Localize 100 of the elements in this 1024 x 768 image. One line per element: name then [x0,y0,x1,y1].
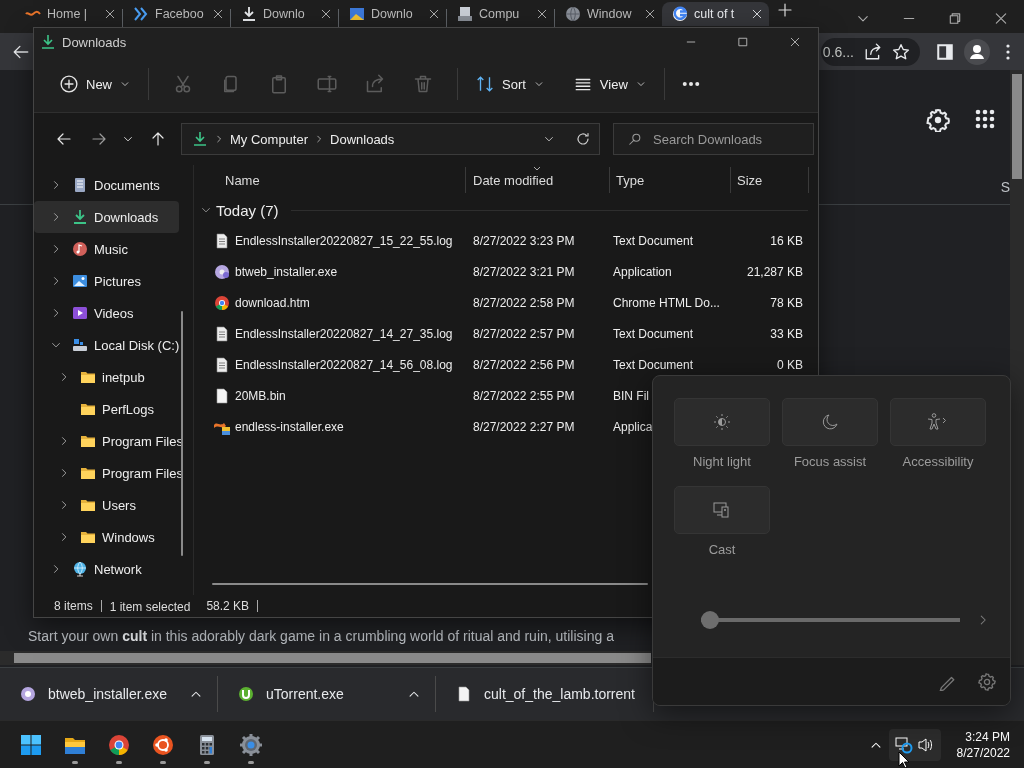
profile-icon[interactable] [964,38,990,65]
browser-icon [214,294,230,311]
caret-icon [120,79,130,89]
refresh-icon[interactable] [575,131,591,147]
view-button[interactable]: View [565,67,654,101]
nav-item[interactable]: Downloads [34,201,179,233]
close-icon[interactable] [320,8,332,20]
file-name[interactable]: 20MB.bin [235,388,286,403]
browser-tab[interactable]: cult of t [662,2,769,26]
group-header[interactable]: Today (7) [216,201,279,219]
share-icon[interactable] [864,42,882,61]
document-icon [72,177,88,193]
size-cell-text: 33 KB [769,326,804,341]
side-panel-icon[interactable] [936,42,954,61]
download-icon [192,131,208,147]
quick-settings-button[interactable] [888,728,941,761]
date-cell-text: 8/27/2022 3:23 PM [472,233,576,248]
ubuntu-icon[interactable] [151,732,175,757]
nav-item[interactable]: inetpub [34,361,179,393]
nav-item[interactable]: Network [34,553,179,585]
tile-label: Accessibility [902,454,974,471]
start-icon[interactable] [20,733,42,756]
column-header[interactable]: Type [610,167,731,193]
back-icon[interactable] [55,131,72,147]
nav-item[interactable]: Music [34,233,179,265]
type-cell-text: Text Document [612,326,695,341]
close-icon[interactable] [212,8,224,20]
tab-favicon-icon [349,6,365,22]
caret-icon [533,79,544,89]
close-icon[interactable] [536,8,548,20]
date-cell-text: 8/27/2022 2:57 PM [472,326,576,341]
type-cell-text: Chrome HTML Do... [612,295,721,310]
browser-tab[interactable]: Downlo [339,2,446,26]
size-cell-text: 21,287 KB [745,264,804,279]
address-field[interactable]: My Computer Downloads [181,123,600,155]
address-bar[interactable]: 0.6... [820,37,920,66]
scrollbar-thumb[interactable] [212,583,648,585]
type-cell-text: Application [612,264,673,279]
nav-item[interactable]: PerfLogs [34,393,179,425]
sort-button[interactable]: Sort [468,67,552,101]
file-name[interactable]: download.htm [235,295,310,310]
download-icon [40,34,56,50]
horizontal-scrollbar[interactable] [0,651,651,665]
nav-item[interactable]: Users [34,489,179,521]
browser-tab[interactable]: Window [555,2,662,26]
file-name[interactable]: endless-installer.exe [235,419,344,434]
file-name[interactable]: EndlessInstaller20220827_14_56_08.log [235,357,453,372]
file-name[interactable]: btweb_installer.exe [235,264,338,279]
download-item[interactable]: btweb_installer.exe [0,676,218,712]
browser-tab[interactable]: Home | [15,2,122,26]
new-tab-icon[interactable] [777,2,793,18]
nav-item[interactable]: Documents [34,169,179,201]
column-header[interactable]: Size [731,167,809,193]
search-tab-label[interactable]: S [1000,179,1010,195]
browser-tab[interactable]: Faceboo [123,2,230,26]
toggle-tile[interactable] [890,398,986,446]
nav-item[interactable]: Videos [34,297,179,329]
new-button[interactable]: New [52,67,138,101]
file-icon [20,686,36,702]
search-icon [628,132,642,146]
clock-time: 3:24 PM [965,728,1010,745]
toggle-tile[interactable] [674,486,770,534]
toggle-tile[interactable] [674,398,770,446]
globe-icon [72,561,88,577]
star-icon[interactable] [892,42,910,61]
sun-icon [712,412,732,432]
drive-icon [72,337,88,353]
search-field[interactable]: Search Downloads [613,123,814,155]
column-header[interactable]: Date modified [466,167,610,193]
browser-tab[interactable]: Downlo [231,2,338,26]
gear-icon[interactable] [239,732,263,757]
browser-tab[interactable]: Compu [447,2,554,26]
close-icon[interactable] [644,8,656,20]
breadcrumb[interactable]: Downloads [330,131,395,147]
nav-item[interactable]: Windows [34,521,179,553]
status-text: 8 items [54,599,94,613]
cursor-icon [898,751,910,768]
nav-item[interactable]: Local Disk (C:) [34,329,179,361]
browser-icon[interactable] [107,732,131,757]
tile-label: Focus assist [793,454,867,471]
forward-icon[interactable] [90,131,107,147]
size-cell-text: 78 KB [769,295,804,310]
breadcrumb[interactable]: My Computer [230,131,309,147]
close-icon[interactable] [428,8,440,20]
close-icon[interactable] [104,8,116,20]
disc-icon [214,263,230,280]
file-name[interactable]: EndlessInstaller20220827_14_27_35.log [235,326,453,341]
vertical-scrollbar[interactable] [1010,70,1024,665]
column-header[interactable]: Name [213,167,466,193]
nav-item[interactable]: Pictures [34,265,179,297]
clock[interactable]: 3:24 PM 8/27/2022 [946,728,1024,761]
download-item[interactable]: uTorrent.exe [218,676,436,712]
cast-icon [712,500,732,520]
file-name[interactable]: EndlessInstaller20220827_15_22_55.log [235,233,453,248]
slider-thumb[interactable] [701,611,719,629]
toggle-tile[interactable] [782,398,878,446]
music-icon [72,241,88,257]
tab-favicon-icon [241,6,257,22]
tab-favicon-icon [133,6,149,22]
scrollbar-thumb[interactable] [181,311,183,556]
